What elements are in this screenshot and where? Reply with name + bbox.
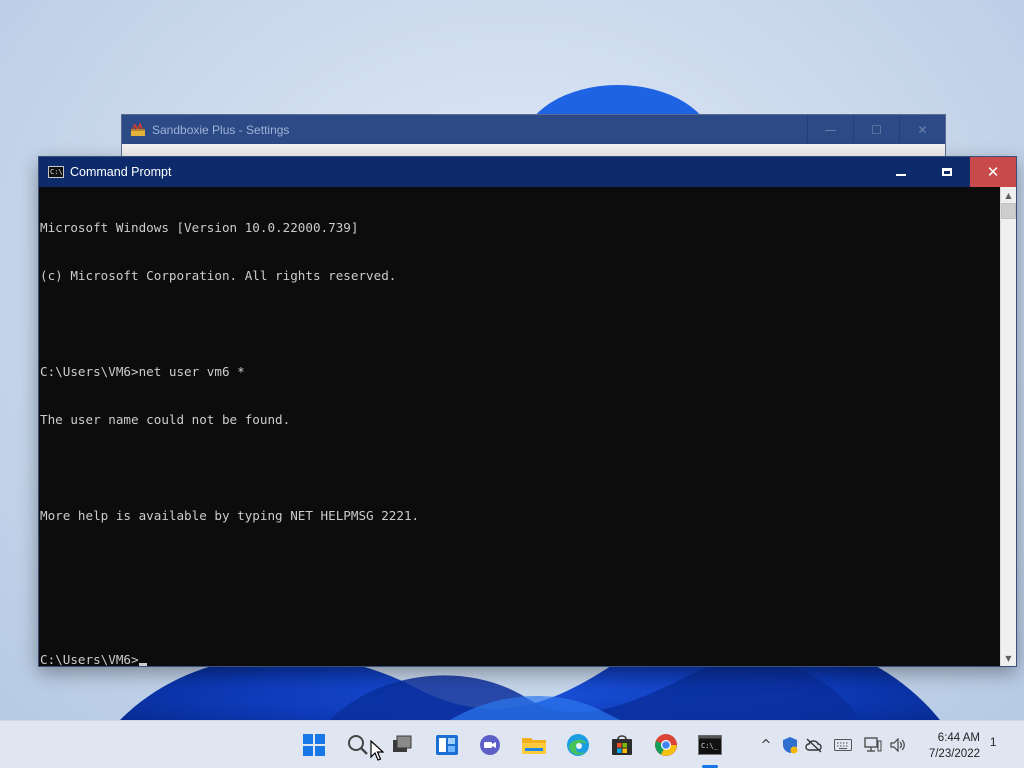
search-icon[interactable] xyxy=(345,732,371,758)
edge-icon[interactable] xyxy=(565,732,591,758)
taskbar-clock[interactable]: 6:44 AM 7/23/2022 xyxy=(918,730,980,762)
console-prompt: C:\Users\VM6> xyxy=(40,652,139,666)
security-shield-icon[interactable] xyxy=(779,721,801,768)
close-icon: ✕ xyxy=(986,162,1000,181)
scroll-down-arrow[interactable]: ▼ xyxy=(1001,650,1016,666)
cmd-maximize-button[interactable] xyxy=(924,157,970,187)
volume-icon[interactable] xyxy=(887,721,909,768)
chat-icon[interactable] xyxy=(477,732,503,758)
console-line: Microsoft Windows [Version 10.0.22000.73… xyxy=(40,220,359,235)
command-prompt-window[interactable]: C:\ Command Prompt ✕ Microsoft Windows [… xyxy=(38,156,1017,667)
scroll-thumb[interactable] xyxy=(1001,203,1016,219)
cmd-window-title: Command Prompt xyxy=(70,165,172,179)
console-line: More help is available by typing NET HEL… xyxy=(40,508,420,523)
windows-start-icon[interactable] xyxy=(301,732,327,758)
console-scrollbar[interactable]: ▲ ▼ xyxy=(1000,187,1016,666)
clock-date: 7/23/2022 xyxy=(928,748,980,760)
sandboxie-minimize-button[interactable]: — xyxy=(807,115,853,144)
taskbar: C:\_ ^ 6:44 AM 7/23/2022 1 xyxy=(0,720,1024,768)
sandboxie-icon xyxy=(131,122,145,136)
widgets-icon[interactable] xyxy=(434,732,460,758)
chrome-icon[interactable] xyxy=(653,732,679,758)
mouse-pointer-icon xyxy=(370,740,384,761)
svg-text:C:\_: C:\_ xyxy=(701,742,719,750)
clock-time: 6:44 AM xyxy=(937,732,980,744)
task-view-icon[interactable] xyxy=(389,732,415,758)
text-cursor xyxy=(138,663,147,666)
console-prompt-line[interactable]: C:\Users\VM6> xyxy=(40,652,1000,666)
console-line: (c) Microsoft Corporation. All rights re… xyxy=(40,268,397,283)
notification-count-badge[interactable]: 1 xyxy=(990,737,996,749)
command-prompt-icon: C:\ xyxy=(48,166,64,178)
console-line: C:\Users\VM6>net user vm6 * xyxy=(40,364,245,379)
tray-overflow-chevron-icon[interactable]: ^ xyxy=(756,721,776,768)
cmd-close-button[interactable]: ✕ xyxy=(970,157,1016,187)
scroll-up-arrow[interactable]: ▲ xyxy=(1001,187,1016,203)
network-icon[interactable] xyxy=(862,721,884,768)
console-line: The user name could not be found. xyxy=(40,412,291,427)
minimize-icon xyxy=(896,174,906,176)
cmd-minimize-button[interactable] xyxy=(878,157,924,187)
file-explorer-icon[interactable] xyxy=(521,732,547,758)
command-prompt-icon[interactable]: C:\_ xyxy=(697,732,723,758)
sandboxie-close-button[interactable]: ✕ xyxy=(899,115,945,144)
console-output[interactable]: Microsoft Windows [Version 10.0.22000.73… xyxy=(39,187,1000,666)
keyboard-icon[interactable] xyxy=(832,721,854,768)
cmd-titlebar[interactable]: C:\ Command Prompt ✕ xyxy=(39,157,1016,187)
maximize-icon xyxy=(942,168,952,176)
store-icon[interactable] xyxy=(609,732,635,758)
sandboxie-window-title: Sandboxie Plus - Settings xyxy=(152,122,290,137)
onedrive-offline-icon[interactable] xyxy=(803,721,825,768)
sandboxie-maximize-button[interactable]: ☐ xyxy=(853,115,899,144)
